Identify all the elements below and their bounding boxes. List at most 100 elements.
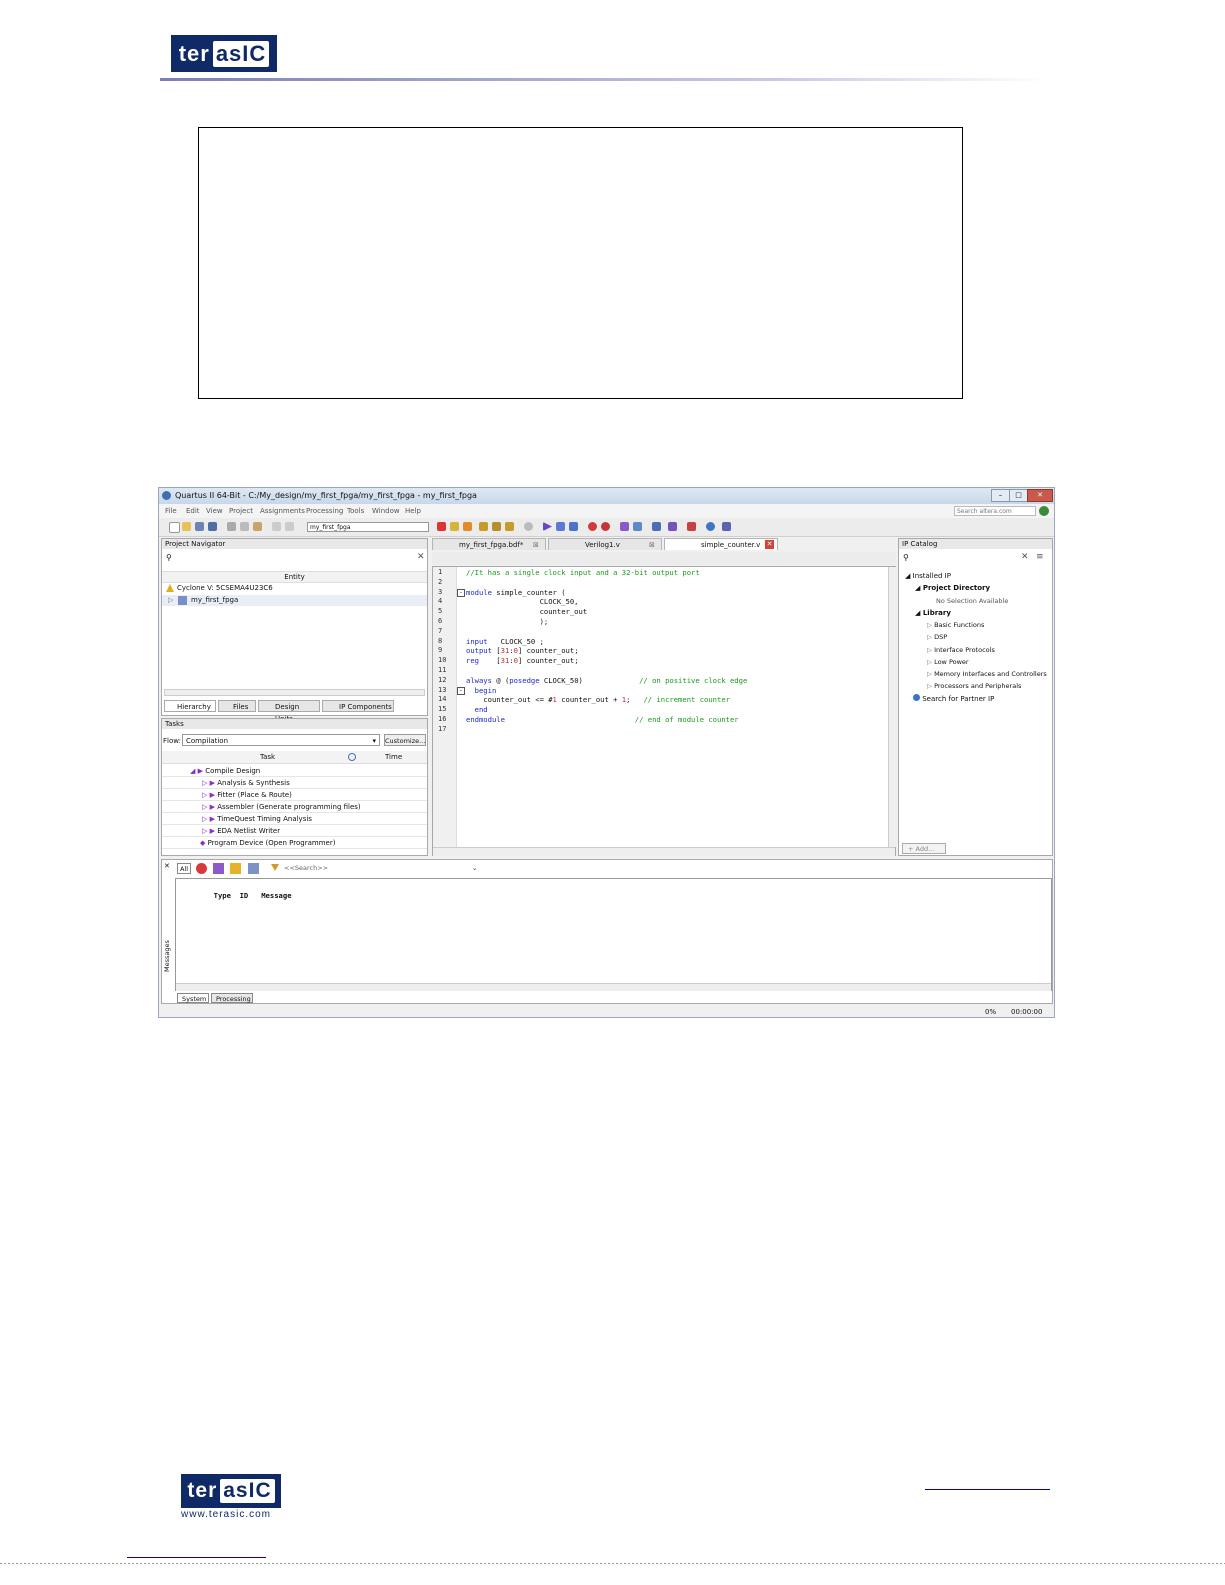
messages-hscroll[interactable] [176,983,1051,991]
tab-close-active-icon[interactable]: ✕ [765,540,774,549]
nav-tab-design-units[interactable]: Design Units [258,700,320,723]
messages-tab-system[interactable]: System [177,993,209,1003]
flow-select[interactable]: Compilation ▾ [182,734,380,746]
menu-window[interactable]: Window [372,507,400,515]
open-file-icon[interactable] [182,522,191,531]
messages-close-icon[interactable]: ✕ [164,862,170,870]
settings-wand-icon[interactable] [450,522,459,531]
footer-url[interactable]: www.terasic.com [181,1509,271,1520]
info-filter-icon[interactable] [248,863,259,874]
nav-tab-files[interactable]: Files [218,700,256,712]
all-button[interactable]: All [177,863,191,874]
device-label[interactable]: Cyclone V: 5CSEMA4U23C6 [177,584,273,592]
editor-hscroll[interactable] [433,847,895,856]
navigator-search-icon[interactable]: ⚲ [166,553,172,562]
collapse-begin-icon[interactable]: - [457,687,465,695]
top-entity-label[interactable]: my_first_fpga [191,596,238,604]
search-field[interactable]: Search altera.com [954,506,1036,516]
library-node[interactable]: ◢ Library [915,609,951,617]
chip-planner-icon[interactable] [633,522,642,531]
task-row[interactable]: ◆ Program Device (Open Programmer) [162,837,427,849]
error-filter-icon[interactable] [196,863,207,874]
editor-vscroll[interactable] [888,567,896,847]
menu-assignments[interactable]: Assignments [260,507,305,515]
new-file-icon[interactable] [169,522,180,533]
ip-menu-icon[interactable]: ≡ [1036,552,1044,562]
pin-planner-icon[interactable] [463,522,472,531]
ip-add-button[interactable]: + Add... [902,843,946,854]
minimize-button[interactable]: – [991,489,1010,502]
task-row[interactable]: ▷ ▶ Fitter (Place & Route) [162,789,427,801]
ip-search-icon[interactable]: ⚲ [903,553,909,562]
help-icon[interactable] [706,522,715,531]
collapse-module-icon[interactable]: - [457,589,465,597]
nav-tab-hierarchy[interactable]: Hierarchy [164,700,216,712]
timing-icon[interactable] [588,522,597,531]
programmer-icon[interactable] [652,522,661,531]
nav-tab-ip-components[interactable]: IP Components [322,700,394,712]
filter-icon[interactable] [271,864,279,871]
project-select[interactable]: my_first_fpga [307,522,429,532]
footer-link-underline-left[interactable] [127,1557,266,1558]
tab-verilog1[interactable]: Verilog1.v ⊠ [548,538,662,550]
copy-icon[interactable] [240,522,249,531]
installed-ip[interactable]: ◢ Installed IP [905,572,951,580]
menu-view[interactable]: View [206,507,223,515]
menu-tools[interactable]: Tools [347,507,364,515]
task-row[interactable]: ▷ ▶ TimeQuest Timing Analysis [162,813,427,825]
library-item[interactable]: ▷ Low Power [927,658,1047,670]
partner-ip[interactable]: Search for Partner IP [913,694,994,703]
globe-icon[interactable] [1039,506,1049,516]
warning-filter-icon[interactable] [230,863,241,874]
paste-icon[interactable] [253,522,262,531]
menu-file[interactable]: File [165,507,177,515]
task-row[interactable]: ▷ ▶ Assembler (Generate programming file… [162,801,427,813]
library-item[interactable]: ▷ Basic Functions [927,621,1047,633]
task-row[interactable]: ◢ ▶ Compile Design [162,765,427,777]
analysis-icon[interactable] [524,522,533,531]
critical-warning-filter-icon[interactable] [213,863,224,874]
ip-clear-icon[interactable]: ✕ [1021,552,1029,562]
expand-arrow-icon[interactable]: ▷ [168,596,173,604]
footer-link-underline[interactable] [925,1489,1050,1490]
navigator-hscroll[interactable] [164,689,425,696]
menu-project[interactable]: Project [229,507,253,515]
project-directory[interactable]: ◢ Project Directory [915,584,990,592]
timequest-icon[interactable] [601,522,610,531]
code-text[interactable]: //It has a single clock input and a 32-b… [466,568,747,725]
save-icon[interactable] [195,522,204,531]
library-item[interactable]: ▷ DSP [927,633,1047,645]
tab-bdf[interactable]: my_first_fpga.bdf* ⊠ [432,538,546,550]
navigator-clear-icon[interactable]: ✕ [417,552,425,562]
fitter-icon[interactable] [569,522,578,531]
menu-processing[interactable]: Processing [306,507,343,515]
task-row[interactable]: ▷ ▶ Analysis & Synthesis [162,777,427,789]
redo-icon[interactable] [285,522,294,531]
tab-close-icon[interactable]: ⊠ [649,539,655,551]
undo-icon[interactable] [272,522,281,531]
library-item[interactable]: ▷ Processors and Peripherals [927,682,1047,694]
signaltap-icon[interactable] [687,522,696,531]
tab-close-icon[interactable]: ⊠ [533,539,539,551]
menu-edit[interactable]: Edit [186,507,200,515]
chip2-icon[interactable] [492,522,501,531]
messages-tab-processing[interactable]: Processing [211,993,253,1003]
stop-icon[interactable] [437,522,446,531]
ip-catalog-icon[interactable] [668,522,677,531]
message-search-input[interactable]: <<Search>> ⌄ [284,863,480,874]
search-dropdown-icon[interactable]: ⌄ [472,863,477,874]
close-button[interactable]: ✕ [1027,489,1053,502]
customize-button[interactable]: Customize... [384,734,426,746]
menu-help[interactable]: Help [405,507,421,515]
chip3-icon[interactable] [505,522,514,531]
cut-icon[interactable] [227,522,236,531]
code-editor[interactable]: 1 2 3 4 5 6 7 8 9 10 11 12 13 14 15 16 17 - - //It has a… [432,566,896,856]
library-item[interactable]: ▷ Memory Interfaces and Controllers [927,670,1047,682]
save-all-icon[interactable] [208,522,217,531]
tab-simple-counter[interactable]: simple_counter.v ✕ [664,538,778,550]
chip-icon[interactable] [479,522,488,531]
analysis-elaboration-icon[interactable] [556,522,565,531]
demo-icon[interactable] [722,522,731,531]
rtl-viewer-icon[interactable] [620,522,629,531]
library-item[interactable]: ▷ Interface Protocols [927,646,1047,658]
